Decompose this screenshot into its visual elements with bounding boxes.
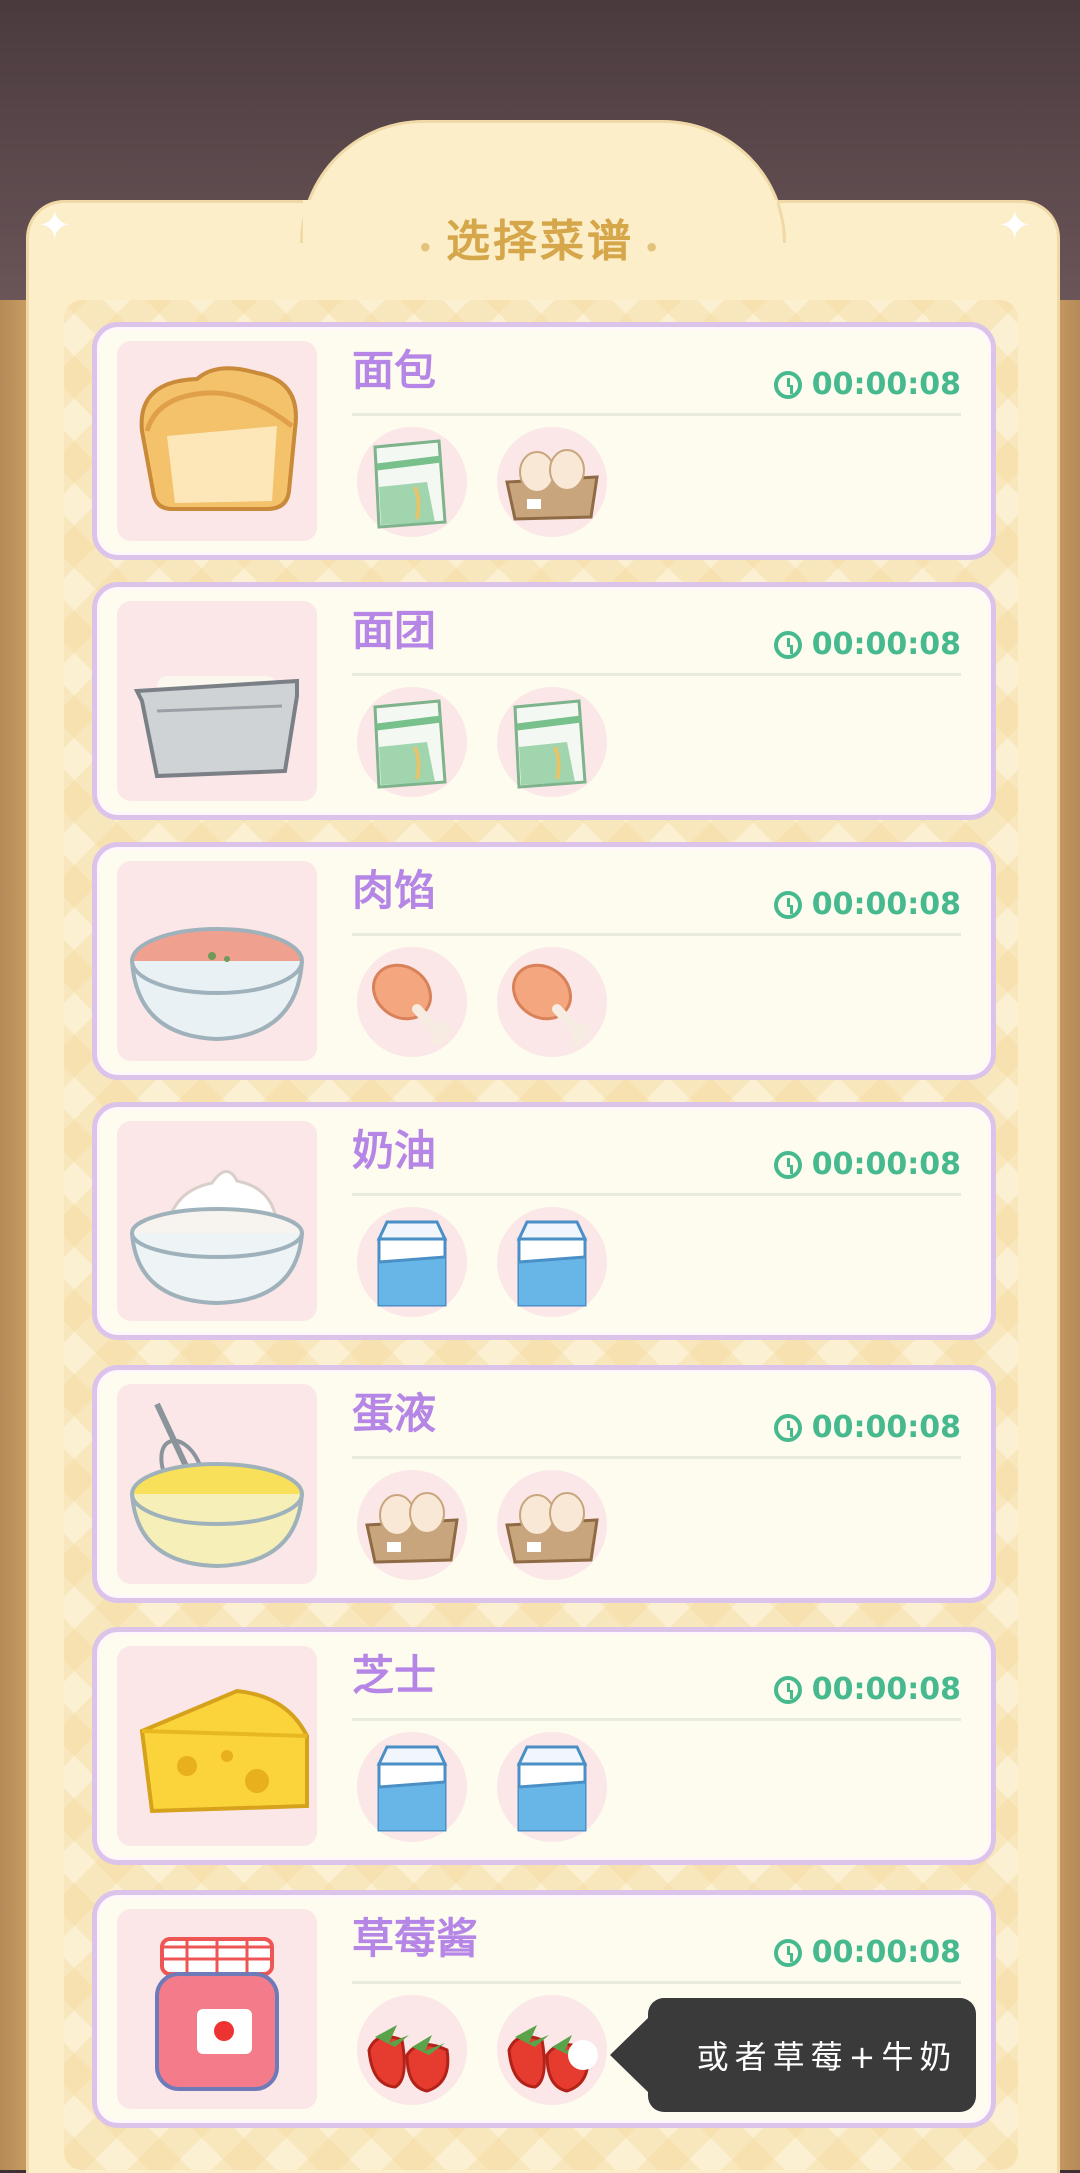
recipe-card[interactable]: 面包 00:00:08	[92, 322, 996, 560]
clock-icon	[773, 1413, 802, 1442]
recipe-name: 面包	[352, 346, 437, 395]
timer-value: 00:00:08	[811, 1410, 961, 1445]
egg-carton-icon	[497, 427, 607, 537]
bread-icon	[117, 341, 317, 541]
recipe-card[interactable]: 肉馅 00:00:08	[92, 842, 996, 1080]
strawberry-icon	[357, 1995, 467, 2105]
recipe-name: 面团	[352, 606, 437, 655]
milk-carton-icon	[357, 1207, 467, 1317]
recipe-card[interactable]: 奶油 00:00:08	[92, 1102, 996, 1340]
recipe-timer: 00:00:08	[773, 1147, 961, 1182]
timer-value: 00:00:08	[811, 887, 961, 922]
tooltip-anchor	[568, 2040, 598, 2070]
recipe-timer: 00:00:08	[773, 627, 961, 662]
recipe-card[interactable]: 面团 00:00:08	[92, 582, 996, 820]
divider	[352, 1456, 961, 1459]
divider	[352, 1718, 961, 1721]
milk-carton-icon	[497, 1207, 607, 1317]
flour-bag-icon	[497, 687, 607, 797]
recipe-timer: 00:00:08	[773, 1935, 961, 1970]
divider	[352, 1193, 961, 1196]
clock-icon	[773, 890, 802, 919]
egg-carton-icon	[497, 1470, 607, 1580]
clock-icon	[773, 1150, 802, 1179]
flour-bag-icon	[357, 427, 467, 537]
recipe-card[interactable]: 蛋液 00:00:08	[92, 1365, 996, 1603]
egg-carton-icon	[357, 1470, 467, 1580]
chicken-leg-icon	[497, 947, 607, 1057]
divider	[352, 933, 961, 936]
egg-liquid-icon	[117, 1384, 317, 1584]
divider	[352, 1981, 961, 1984]
recipe-name: 草莓酱	[352, 1914, 479, 1963]
panel-title: • 选择菜谱 •	[417, 216, 663, 267]
recipe-timer: 00:00:08	[773, 367, 961, 402]
clock-icon	[773, 1938, 802, 1967]
timer-value: 00:00:08	[811, 627, 961, 662]
ornament-icon: •	[417, 234, 436, 262]
recipe-card[interactable]: 芝士 00:00:08	[92, 1627, 996, 1865]
milk-carton-icon	[357, 1732, 467, 1842]
ornament-icon: •	[644, 234, 663, 262]
timer-value: 00:00:08	[811, 1672, 961, 1707]
clock-icon	[773, 370, 802, 399]
recipe-timer: 00:00:08	[773, 887, 961, 922]
cheese-icon	[117, 1646, 317, 1846]
timer-value: 00:00:08	[811, 1147, 961, 1182]
recipe-timer: 00:00:08	[773, 1410, 961, 1445]
strawberry-jam-icon	[117, 1909, 317, 2109]
meat-filling-icon	[117, 861, 317, 1061]
cream-icon	[117, 1121, 317, 1321]
recipe-name: 肉馅	[352, 866, 437, 915]
clock-icon	[773, 1675, 802, 1704]
milk-carton-icon	[497, 1732, 607, 1842]
timer-value: 00:00:08	[811, 1935, 961, 1970]
divider	[352, 413, 961, 416]
dough-tin-icon	[117, 601, 317, 801]
flour-bag-icon	[357, 687, 467, 797]
recipe-name: 奶油	[352, 1126, 437, 1175]
recipe-name: 芝士	[352, 1651, 437, 1700]
chicken-leg-icon	[357, 947, 467, 1057]
clock-icon	[773, 630, 802, 659]
divider	[352, 673, 961, 676]
recipe-name: 蛋液	[352, 1389, 437, 1438]
timer-value: 00:00:08	[811, 367, 961, 402]
hint-tooltip: 或者草莓+牛奶	[610, 1998, 976, 2112]
recipe-timer: 00:00:08	[773, 1672, 961, 1707]
